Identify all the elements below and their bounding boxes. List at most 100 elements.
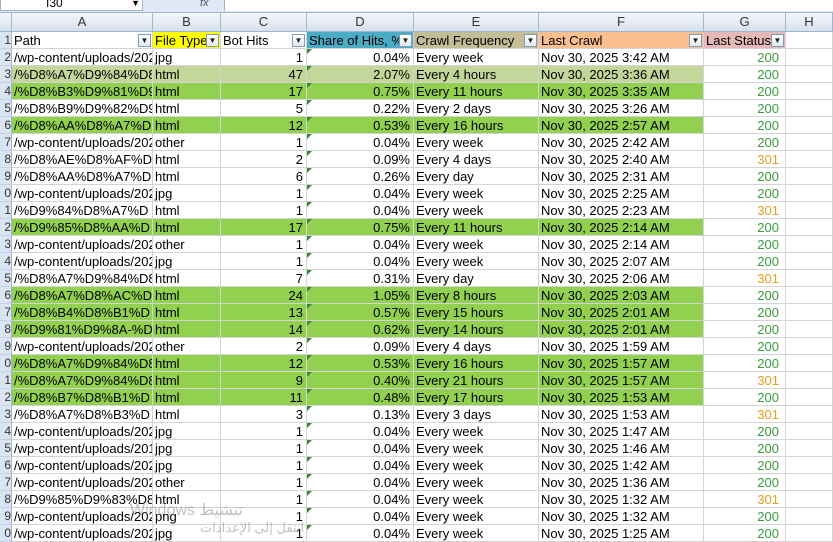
cell-crawl-frequency[interactable]: Every week <box>414 185 539 202</box>
filter-dropdown-icon[interactable]: ▼ <box>292 34 305 47</box>
empty-cell[interactable] <box>786 236 833 253</box>
cell-path[interactable]: /%D8%B3%D9%81%D9 <box>12 83 153 100</box>
cell-path[interactable]: /%D8%A7%D8%AC%D <box>12 287 153 304</box>
cell-share[interactable]: 0.04% <box>307 508 414 525</box>
cell-last-crawl[interactable]: Nov 30, 2025 2:42 AM <box>539 134 704 151</box>
empty-cell[interactable] <box>786 287 833 304</box>
cell-last-status[interactable]: 301 <box>704 202 786 219</box>
row-header[interactable]: 5 <box>0 440 12 457</box>
empty-cell[interactable] <box>786 168 833 185</box>
cell-share[interactable]: 0.04% <box>307 423 414 440</box>
cell-last-status[interactable]: 301 <box>704 270 786 287</box>
row-header[interactable]: 2 <box>0 49 12 66</box>
cell-share[interactable]: 0.75% <box>307 83 414 100</box>
column-header-h[interactable]: H <box>786 13 833 31</box>
row-header[interactable]: 7 <box>0 474 12 491</box>
filter-dropdown-icon[interactable]: ▼ <box>138 34 151 47</box>
cell-bot-hits[interactable]: 1 <box>221 49 307 66</box>
empty-cell[interactable] <box>786 66 833 83</box>
row-header[interactable]: 0 <box>0 185 12 202</box>
cell-file-type[interactable]: html <box>153 355 221 372</box>
cell-last-crawl[interactable]: Nov 30, 2025 2:01 AM <box>539 321 704 338</box>
empty-cell[interactable] <box>786 355 833 372</box>
row-header[interactable]: 9 <box>0 508 12 525</box>
filter-dropdown-icon[interactable]: ▼ <box>771 34 784 47</box>
cell-last-crawl[interactable]: Nov 30, 2025 3:36 AM <box>539 66 704 83</box>
cell-path[interactable]: /%D8%AA%D8%A7%D <box>12 117 153 134</box>
cell-crawl-frequency[interactable]: Every week <box>414 508 539 525</box>
cell-crawl-frequency[interactable]: Every week <box>414 49 539 66</box>
empty-cell[interactable] <box>786 83 833 100</box>
column-header-g[interactable]: G <box>704 13 786 31</box>
cell-file-type[interactable]: html <box>153 287 221 304</box>
cell-last-status[interactable]: 200 <box>704 219 786 236</box>
cell-last-status[interactable]: 200 <box>704 168 786 185</box>
cell-last-crawl[interactable]: Nov 30, 2025 1:57 AM <box>539 355 704 372</box>
cell-last-status[interactable]: 200 <box>704 185 786 202</box>
cell-last-crawl[interactable]: Nov 30, 2025 2:01 AM <box>539 304 704 321</box>
cell-share[interactable]: 0.04% <box>307 49 414 66</box>
cell-file-type[interactable]: html <box>153 372 221 389</box>
cell-file-type[interactable]: other <box>153 134 221 151</box>
cell-share[interactable]: 0.57% <box>307 304 414 321</box>
cell-share[interactable]: 0.04% <box>307 457 414 474</box>
cell-bot-hits[interactable]: 1 <box>221 253 307 270</box>
cell-path[interactable]: /wp-content/uploads/202 <box>12 236 153 253</box>
row-header[interactable]: 4 <box>0 83 12 100</box>
cell-bot-hits[interactable]: 1 <box>221 236 307 253</box>
empty-cell[interactable] <box>786 219 833 236</box>
formula-input[interactable] <box>224 0 833 11</box>
empty-cell[interactable] <box>786 134 833 151</box>
cell-bot-hits[interactable]: 11 <box>221 389 307 406</box>
cell-file-type[interactable]: html <box>153 304 221 321</box>
cell-bot-hits[interactable]: 3 <box>221 406 307 423</box>
name-box[interactable]: I30 ▼ <box>0 0 143 11</box>
cell-path[interactable]: /wp-content/uploads/202 <box>12 474 153 491</box>
cell-crawl-frequency[interactable]: Every 16 hours <box>414 355 539 372</box>
cell-last-status[interactable]: 200 <box>704 287 786 304</box>
cell-crawl-frequency[interactable]: Every 16 hours <box>414 117 539 134</box>
cell-last-crawl[interactable]: Nov 30, 2025 1:36 AM <box>539 474 704 491</box>
row-header[interactable]: 7 <box>0 134 12 151</box>
cell-path[interactable]: /wp-content/uploads/202 <box>12 525 153 542</box>
cell-share[interactable]: 2.07% <box>307 66 414 83</box>
empty-cell[interactable] <box>786 185 833 202</box>
cell-path[interactable]: /wp-content/uploads/202 <box>12 423 153 440</box>
cell-path[interactable]: /wp-content/uploads/202 <box>12 457 153 474</box>
column-header-e[interactable]: E <box>414 13 539 31</box>
cell-last-crawl[interactable]: Nov 30, 2025 2:07 AM <box>539 253 704 270</box>
row-header[interactable]: 4 <box>0 253 12 270</box>
cell-crawl-frequency[interactable]: Every week <box>414 236 539 253</box>
cell-file-type[interactable]: html <box>153 66 221 83</box>
cell-last-crawl[interactable]: Nov 30, 2025 3:35 AM <box>539 83 704 100</box>
cell-crawl-frequency[interactable]: Every week <box>414 202 539 219</box>
cell-crawl-frequency[interactable]: Every week <box>414 474 539 491</box>
cell-bot-hits[interactable]: 2 <box>221 338 307 355</box>
cell-bot-hits[interactable]: 17 <box>221 219 307 236</box>
cell-file-type[interactable]: jpg <box>153 253 221 270</box>
cell-share[interactable]: 0.04% <box>307 474 414 491</box>
cell-share[interactable]: 0.04% <box>307 525 414 542</box>
function-icon[interactable]: fx <box>200 0 209 9</box>
empty-cell[interactable] <box>786 100 833 117</box>
cell-last-status[interactable]: 200 <box>704 236 786 253</box>
cell-path[interactable]: /%D9%81%D9%8A-%D <box>12 321 153 338</box>
cell-path[interactable]: /wp-content/uploads/202 <box>12 134 153 151</box>
cell-path[interactable]: /wp-content/uploads/202 <box>12 338 153 355</box>
cell-last-status[interactable]: 200 <box>704 253 786 270</box>
filter-dropdown-icon[interactable]: ▼ <box>206 34 219 47</box>
cell-bot-hits[interactable]: 1 <box>221 423 307 440</box>
cell-bot-hits[interactable]: 1 <box>221 440 307 457</box>
cell-last-status[interactable]: 200 <box>704 525 786 542</box>
cell-crawl-frequency[interactable]: Every week <box>414 491 539 508</box>
row-header[interactable]: 1 <box>0 202 12 219</box>
row-header[interactable]: 5 <box>0 270 12 287</box>
cell-crawl-frequency[interactable]: Every 14 hours <box>414 321 539 338</box>
cell-crawl-frequency[interactable]: Every week <box>414 423 539 440</box>
cell-crawl-frequency[interactable]: Every 15 hours <box>414 304 539 321</box>
cell-last-crawl[interactable]: Nov 30, 2025 2:14 AM <box>539 219 704 236</box>
cell-bot-hits[interactable]: 12 <box>221 355 307 372</box>
cell-bot-hits[interactable]: 2 <box>221 151 307 168</box>
cell-crawl-frequency[interactable]: Every day <box>414 270 539 287</box>
row-header[interactable]: 6 <box>0 457 12 474</box>
